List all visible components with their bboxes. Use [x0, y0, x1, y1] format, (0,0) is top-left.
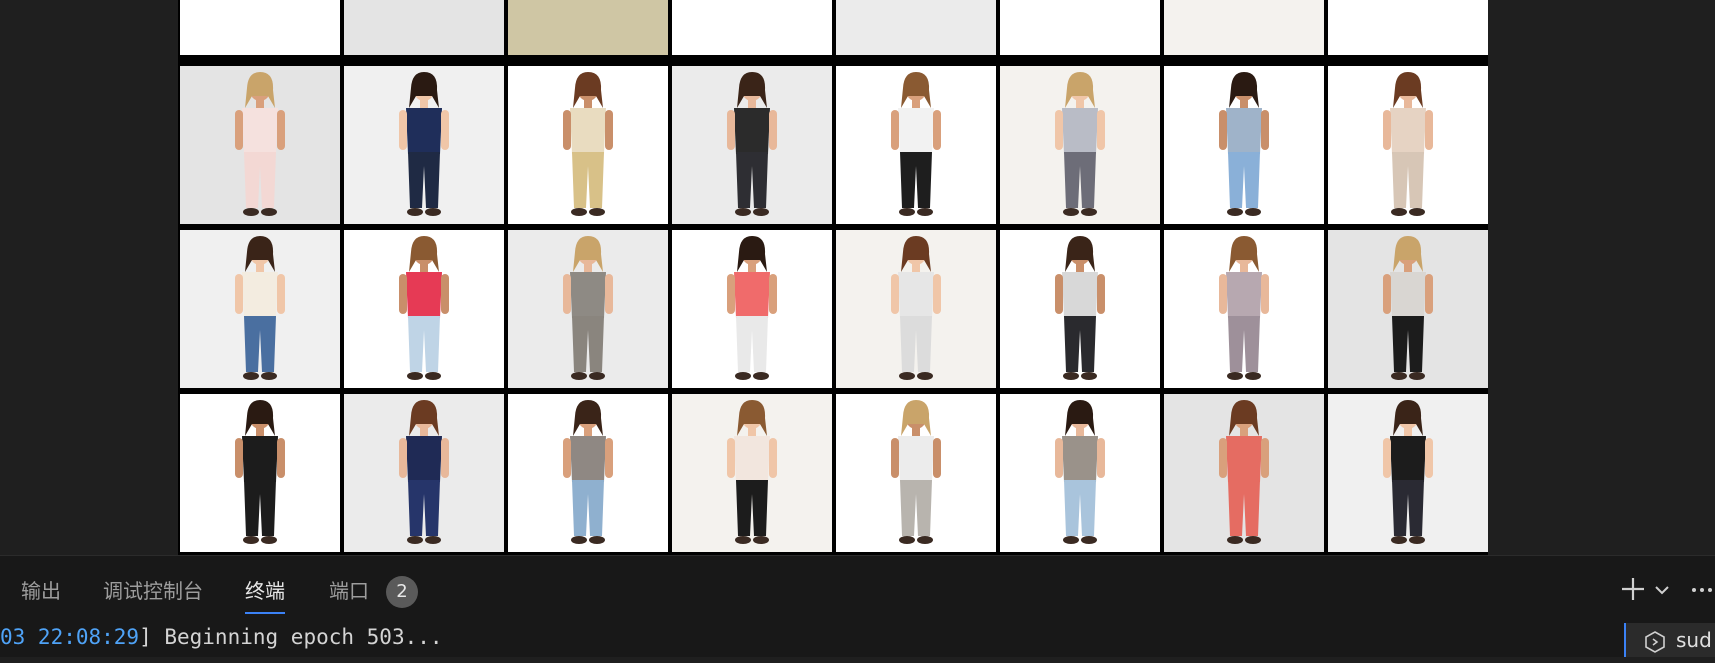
fashion-sample-image	[1328, 394, 1488, 552]
fashion-sample-image	[836, 394, 996, 552]
tab-ports[interactable]: 端口	[329, 576, 369, 606]
terminal-output-line: 03 22:08:29] Beginning epoch 503...	[0, 622, 443, 652]
terminal-icon	[1644, 629, 1666, 653]
ports-count-badge: 2	[386, 576, 418, 608]
tab-terminal[interactable]: 终端	[245, 576, 285, 614]
sample-image-grid	[178, 0, 1488, 555]
fashion-sample-image	[180, 0, 340, 55]
terminal-session-tab[interactable]: sud	[1624, 623, 1715, 657]
fashion-sample-image	[180, 394, 340, 552]
fashion-sample-image	[1164, 66, 1324, 224]
fashion-sample-image	[672, 230, 832, 388]
fashion-sample-image	[344, 394, 504, 552]
fashion-sample-image	[672, 0, 832, 55]
fashion-sample-image	[180, 66, 340, 224]
bottom-panel: 输出 调试控制台 终端 端口 2 03 22:08:29] Beginning …	[0, 555, 1715, 657]
fashion-sample-image	[1328, 0, 1488, 55]
fashion-sample-image	[1000, 0, 1160, 55]
fashion-sample-image	[836, 66, 996, 224]
fashion-sample-image	[672, 394, 832, 552]
fashion-sample-image	[508, 230, 668, 388]
fashion-sample-image	[1164, 0, 1324, 55]
fashion-sample-image	[344, 0, 504, 55]
fashion-sample-image	[508, 0, 668, 55]
image-preview	[0, 0, 1715, 555]
tab-debug-console[interactable]: 调试控制台	[103, 576, 203, 606]
fashion-sample-image	[1328, 66, 1488, 224]
chevron-down-icon[interactable]	[1652, 580, 1672, 600]
fashion-sample-image	[180, 230, 340, 388]
fashion-sample-image	[1164, 394, 1324, 552]
fashion-sample-image	[1328, 230, 1488, 388]
terminal-message: ] Beginning epoch 503...	[139, 625, 443, 649]
fashion-sample-image	[1000, 66, 1160, 224]
fashion-sample-image	[508, 66, 668, 224]
panel-tabs: 输出 调试控制台 终端 端口 2	[0, 556, 1715, 626]
fashion-sample-image	[1000, 394, 1160, 552]
fashion-sample-image	[344, 66, 504, 224]
terminal-timestamp: 03 22:08:29	[0, 625, 140, 649]
fashion-sample-image	[1164, 230, 1324, 388]
fashion-sample-image	[1000, 230, 1160, 388]
fashion-sample-image	[672, 66, 832, 224]
fashion-sample-image	[836, 230, 996, 388]
plus-icon[interactable]	[1618, 574, 1648, 604]
fashion-sample-image	[836, 0, 996, 55]
fashion-sample-image	[344, 230, 504, 388]
terminal-session-label: sud	[1676, 628, 1712, 652]
tab-output[interactable]: 输出	[21, 576, 61, 606]
fashion-sample-image	[508, 394, 668, 552]
ellipsis-icon[interactable]	[1690, 580, 1715, 600]
